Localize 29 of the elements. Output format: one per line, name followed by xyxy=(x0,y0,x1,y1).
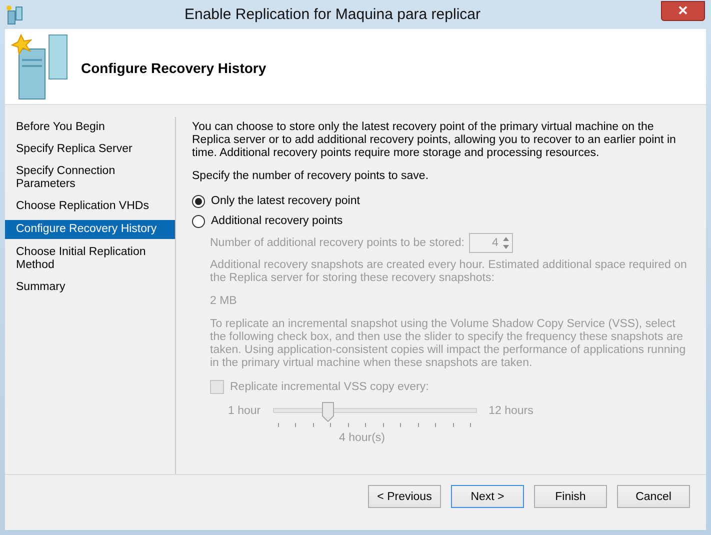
wizard-step[interactable]: Specify Connection Parameters xyxy=(5,163,175,193)
radio-label[interactable]: Only the latest recovery point xyxy=(211,195,360,207)
slider-min-label: 1 hour xyxy=(228,404,261,418)
radio-button[interactable] xyxy=(192,214,205,228)
wizard-button[interactable]: Finish xyxy=(534,485,607,508)
wizard-button[interactable]: < Previous xyxy=(368,485,441,508)
wizard-step[interactable]: Before You Begin xyxy=(5,119,175,136)
radio-button[interactable] xyxy=(192,194,205,208)
wizard-step[interactable]: Configure Recovery History xyxy=(5,220,175,239)
page-title: Configure Recovery History xyxy=(81,60,266,76)
wizard-step[interactable]: Specify Replica Server xyxy=(5,141,175,158)
app-icon xyxy=(6,4,24,24)
prompt-text: Specify the number of recovery points to save. xyxy=(192,170,430,183)
count-label: Number of additional recovery points to be stored: xyxy=(210,237,464,249)
window-title: Enable Replication for Maquina para replicar xyxy=(183,6,482,23)
wizard-button[interactable]: Cancel xyxy=(617,485,690,508)
close-button[interactable]: ✕ xyxy=(661,0,705,20)
wizard-step[interactable]: Choose Initial Replication Method xyxy=(5,244,175,274)
wizard-step[interactable]: Choose Replication VHDs xyxy=(5,198,175,215)
slider-reading: 4 hour(s) xyxy=(338,432,386,444)
snapshot-note: Additional recovery snapshots are created every hour. Estimated additional space required on the Replica server for storing these recovery snapshots: xyxy=(210,259,688,285)
intro-text: You can choose to store only the latest recovery point of the primary virtual machine on the Replica server or to add additional recovery points, allowing you to recover to an earlier point in time. Additional recovery points require more storage and processing resources. xyxy=(192,121,677,160)
slider-max-label: 12 hours xyxy=(488,404,534,418)
server-icon xyxy=(11,32,69,100)
wizard-button[interactable]: Next > xyxy=(451,485,524,508)
vss-note: To replicate an incremental snapshot using the Volume Shadow Copy Service (VSS), select the following check box, and then use the slider to specify the frequency these snapshots are taken. Using application-consistent copies will impact the performance of applications running in the primary virtual machine when these snapshots are taken. xyxy=(210,318,687,370)
wizard-step[interactable]: Summary xyxy=(5,279,175,296)
radio-label[interactable]: Additional recovery points xyxy=(211,215,343,227)
space-value: 2 MB xyxy=(210,295,238,308)
